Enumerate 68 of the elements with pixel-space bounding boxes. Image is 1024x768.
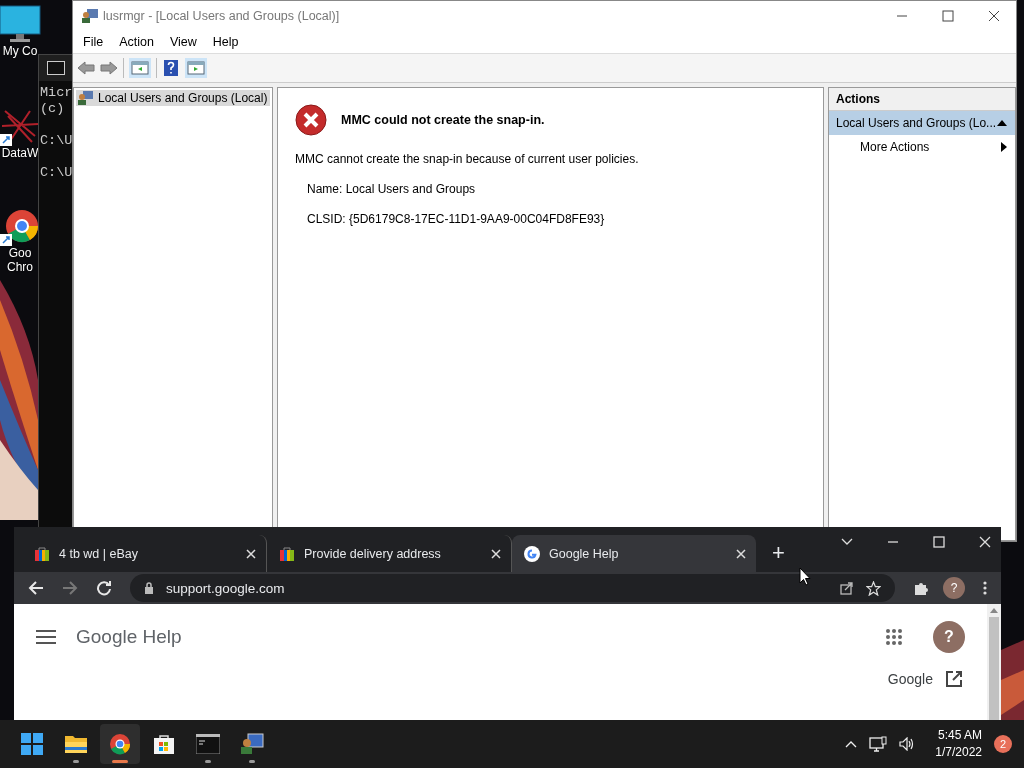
- console-line: C:\U: [40, 133, 73, 149]
- desktop-icon-label[interactable]: Goo: [8, 246, 32, 260]
- account-avatar[interactable]: ?: [933, 621, 965, 653]
- action-item[interactable]: More Actions: [829, 135, 1015, 159]
- error-heading: MMC could not create the snap-in.: [341, 113, 545, 127]
- browser-tab[interactable]: Google Help: [512, 535, 756, 572]
- tree-item[interactable]: Local Users and Groups (Local): [76, 90, 270, 106]
- menu-item[interactable]: Help: [204, 35, 247, 49]
- forward-arrow-icon[interactable]: [100, 60, 118, 76]
- apps-grid-icon[interactable]: [885, 628, 903, 646]
- volume-icon[interactable]: [899, 737, 916, 751]
- forward-arrow-icon[interactable]: [62, 580, 78, 596]
- shopping-bag-icon: [34, 545, 50, 562]
- shopping-bag-icon: [279, 545, 295, 562]
- collapse-arrow-icon[interactable]: [997, 120, 1007, 126]
- close-icon[interactable]: [988, 10, 1000, 22]
- profile-avatar[interactable]: ?: [943, 577, 965, 599]
- menu-item[interactable]: File: [75, 35, 112, 49]
- scroll-up-icon[interactable]: [990, 608, 998, 613]
- menu-icon[interactable]: [36, 630, 56, 644]
- menu-item[interactable]: Action: [111, 35, 162, 49]
- google-icon: [524, 545, 540, 562]
- error-icon: [295, 104, 327, 136]
- more-menu-icon[interactable]: [983, 581, 987, 595]
- desktop-icon-label[interactable]: Chro: [7, 260, 33, 274]
- error-detail: Name: Local Users and Groups: [307, 182, 477, 196]
- external-link-icon[interactable]: [945, 670, 963, 688]
- chrome-icon: [109, 733, 131, 755]
- desktop-icon-label[interactable]: DataW: [1, 146, 39, 160]
- taskbar-button[interactable]: [100, 724, 140, 764]
- pane-icon[interactable]: [185, 58, 207, 78]
- console-line: (c): [40, 101, 65, 117]
- maximize-icon[interactable]: [942, 10, 954, 22]
- help-icon[interactable]: [162, 59, 180, 77]
- console-line: C:\U: [40, 165, 73, 181]
- pane-icon[interactable]: [129, 58, 151, 78]
- console-line: Micr: [40, 85, 73, 101]
- clock-time[interactable]: 5:45 AM: [937, 727, 982, 744]
- chevron-up-icon[interactable]: [845, 740, 858, 748]
- menu-item[interactable]: View: [161, 35, 205, 49]
- mouse-pointer-icon: [799, 567, 811, 586]
- address-bar[interactable]: support.google.com: [130, 574, 895, 602]
- users-icon: [78, 91, 94, 105]
- reload-icon[interactable]: [96, 580, 112, 596]
- google-link[interactable]: Google: [887, 671, 933, 687]
- network-icon[interactable]: [869, 736, 888, 752]
- folder-icon: [64, 733, 88, 755]
- submenu-arrow-icon: [1001, 142, 1007, 152]
- window-title: lusrmgr - [Local Users and Groups (Local)]: [103, 9, 340, 23]
- clock-date[interactable]: 1/7/2022: [935, 744, 982, 761]
- star-icon[interactable]: [866, 580, 881, 596]
- users-icon: [240, 733, 264, 755]
- error-detail: CLSID: {5D6179C8-17EC-11D1-9AA9-00C04FD8FE93}: [307, 212, 606, 226]
- scrollbar[interactable]: [987, 604, 1001, 720]
- new-tab-button[interactable]: +: [766, 538, 791, 568]
- actions-header: Actions: [829, 88, 1015, 111]
- chevron-down-icon[interactable]: [841, 537, 853, 546]
- error-message: MMC cannot create the snap-in because of current user policies.: [295, 152, 640, 166]
- monitor-icon[interactable]: [0, 4, 42, 44]
- actions-section[interactable]: Local Users and Groups (Lo...: [829, 111, 1015, 135]
- store-bag-icon: [153, 733, 175, 755]
- share-icon[interactable]: [840, 581, 854, 595]
- windows-logo-icon: [21, 733, 43, 755]
- page-title: Google Help: [76, 626, 182, 648]
- desktop-icon-label[interactable]: My Co: [2, 44, 38, 58]
- puzzle-icon[interactable]: [913, 580, 929, 596]
- lock-icon[interactable]: [144, 582, 154, 594]
- users-icon: [81, 8, 99, 24]
